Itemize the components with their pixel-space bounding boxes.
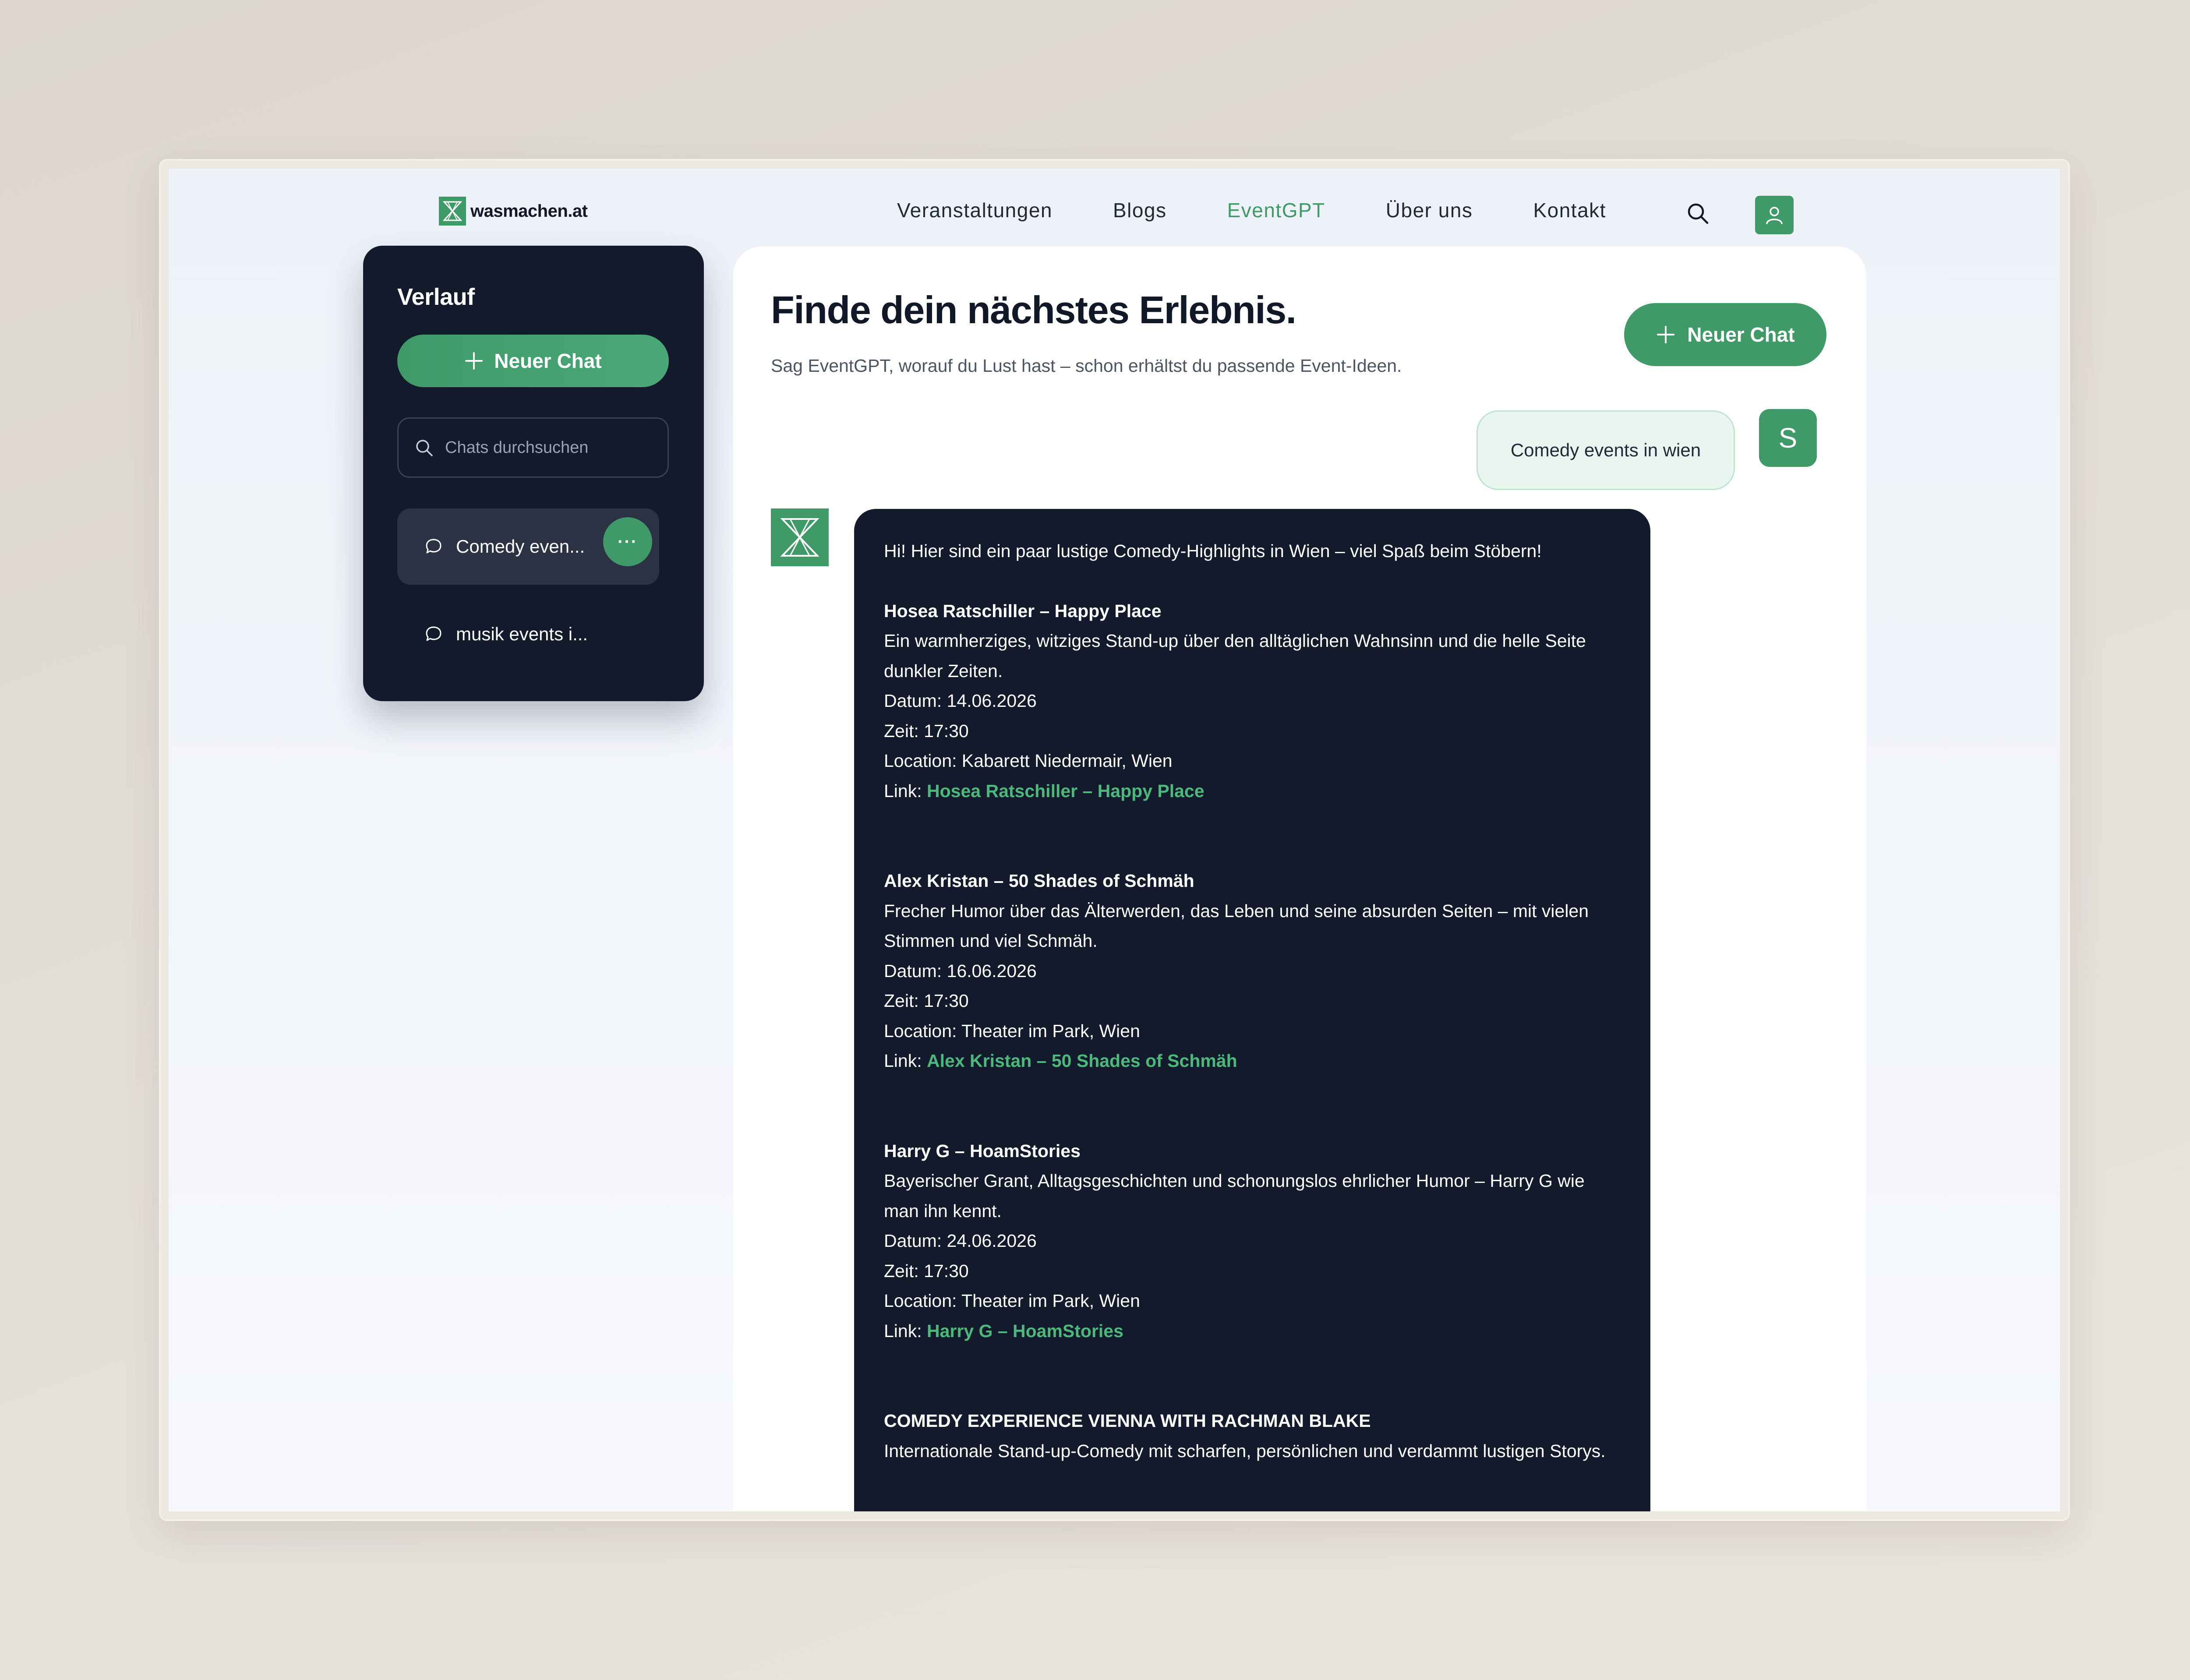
chat-history-sidebar: Verlauf Neuer Chat Comedy even... ··· mu… [363, 246, 704, 701]
event-time: Zeit: 17:30 [884, 991, 969, 1011]
event-location: Location: Kabarett Niedermair, Wien [884, 751, 1173, 771]
event-location: Location: Theater im Park, Wien [884, 1291, 1140, 1311]
plus-icon [465, 352, 483, 370]
nav-kontakt[interactable]: Kontakt [1533, 198, 1606, 222]
event-entry: COMEDY EXPERIENCE VIENNA WITH RACHMAN BL… [884, 1406, 1621, 1466]
event-date: Datum: 24.06.2026 [884, 1231, 1037, 1251]
event-description: Frecher Humor über das Älterwerden, das … [884, 900, 1589, 951]
bot-message-bubble: Hi! Hier sind ein paar lustige Comedy-Hi… [854, 509, 1650, 1511]
event-link[interactable]: Hosea Ratschiller – Happy Place [927, 781, 1204, 801]
event-link-prefix: Link: [884, 780, 922, 801]
event-title: Alex Kristan – 50 Shades of Schmäh [884, 871, 1194, 891]
event-time: Zeit: 17:30 [884, 1260, 969, 1281]
nav-blogs[interactable]: Blogs [1113, 198, 1167, 222]
event-entry: Harry G – HoamStories Bayerischer Grant,… [884, 1136, 1621, 1346]
event-description: Bayerischer Grant, Alltagsgeschichten un… [884, 1171, 1585, 1221]
page-subtitle: Sag EventGPT, worauf du Lust hast – scho… [771, 356, 1402, 376]
eventgpt-avatar-icon [771, 508, 829, 566]
sidebar-item-label: musik events i... [456, 624, 588, 644]
event-date: Datum: 16.06.2026 [884, 960, 1037, 981]
nav-veranstaltungen[interactable]: Veranstaltungen [897, 198, 1053, 222]
event-title: COMEDY EXPERIENCE VIENNA WITH RACHMAN BL… [884, 1411, 1371, 1431]
event-link-line: Link: Hosea Ratschiller – Happy Place [884, 776, 1621, 806]
search-icon[interactable] [1685, 201, 1710, 226]
sidebar-title: Verlauf [397, 284, 475, 310]
chat-bubble-icon [426, 539, 442, 554]
event-date: Datum: 14.06.2026 [884, 691, 1037, 711]
logo-text: wasmachen.at [470, 201, 588, 221]
event-link-line: Link: Harry G – HoamStories [884, 1316, 1621, 1346]
main-nav: Veranstaltungen Blogs EventGPT Über uns … [897, 198, 1667, 222]
event-link[interactable]: Harry G – HoamStories [927, 1321, 1123, 1341]
event-description: Ein warmherziges, witziges Stand-up über… [884, 631, 1586, 681]
chat-search-field[interactable] [397, 417, 669, 478]
user-account-button[interactable] [1755, 196, 1794, 234]
event-link-prefix: Link: [884, 1051, 922, 1071]
event-entry: Alex Kristan – 50 Shades of Schmäh Frech… [884, 866, 1621, 1076]
sidebar-new-chat-label: Neuer Chat [494, 349, 602, 372]
event-title: Harry G – HoamStories [884, 1140, 1081, 1161]
plus-icon [1657, 326, 1675, 343]
sidebar-item-comedy[interactable]: Comedy even... ··· [397, 508, 659, 585]
sidebar-item-label: Comedy even... [456, 536, 585, 557]
logo-mark-icon [439, 197, 466, 226]
chat-panel: Finde dein nächstes Erlebnis. Sag EventG… [733, 247, 1866, 1511]
user-avatar: S [1759, 409, 1817, 467]
new-chat-label: Neuer Chat [1687, 323, 1795, 346]
event-link-prefix: Link: [884, 1320, 922, 1341]
bot-intro: Hi! Hier sind ein paar lustige Comedy-Hi… [884, 541, 1542, 561]
event-location: Location: Theater im Park, Wien [884, 1020, 1140, 1041]
sidebar-new-chat-button[interactable]: Neuer Chat [397, 335, 669, 387]
new-chat-button[interactable]: Neuer Chat [1624, 303, 1826, 366]
nav-ueber-uns[interactable]: Über uns [1386, 198, 1473, 222]
user-message-bubble: Comedy events in wien [1476, 410, 1735, 490]
page-title: Finde dein nächstes Erlebnis. [771, 288, 1296, 332]
chat-search-input[interactable] [445, 438, 638, 457]
event-title: Hosea Ratschiller – Happy Place [884, 600, 1162, 621]
site-logo[interactable]: wasmachen.at [439, 197, 588, 226]
search-icon [416, 440, 433, 456]
event-link[interactable]: Alex Kristan – 50 Shades of Schmäh [927, 1051, 1237, 1071]
event-link-line: Link: Alex Kristan – 50 Shades of Schmäh [884, 1046, 1621, 1076]
nav-eventgpt[interactable]: EventGPT [1227, 198, 1325, 222]
chat-bubble-icon [426, 626, 442, 641]
sidebar-item-musik[interactable]: musik events i... [397, 596, 659, 672]
event-description: Internationale Stand-up-Comedy mit schar… [884, 1440, 1606, 1461]
event-entry: Hosea Ratschiller – Happy Place Ein warm… [884, 596, 1621, 806]
event-time: Zeit: 17:30 [884, 720, 969, 741]
browser-screen: wasmachen.at Veranstaltungen Blogs Event… [169, 169, 2060, 1511]
more-options-button[interactable]: ··· [603, 517, 652, 566]
user-icon [1766, 207, 1783, 224]
